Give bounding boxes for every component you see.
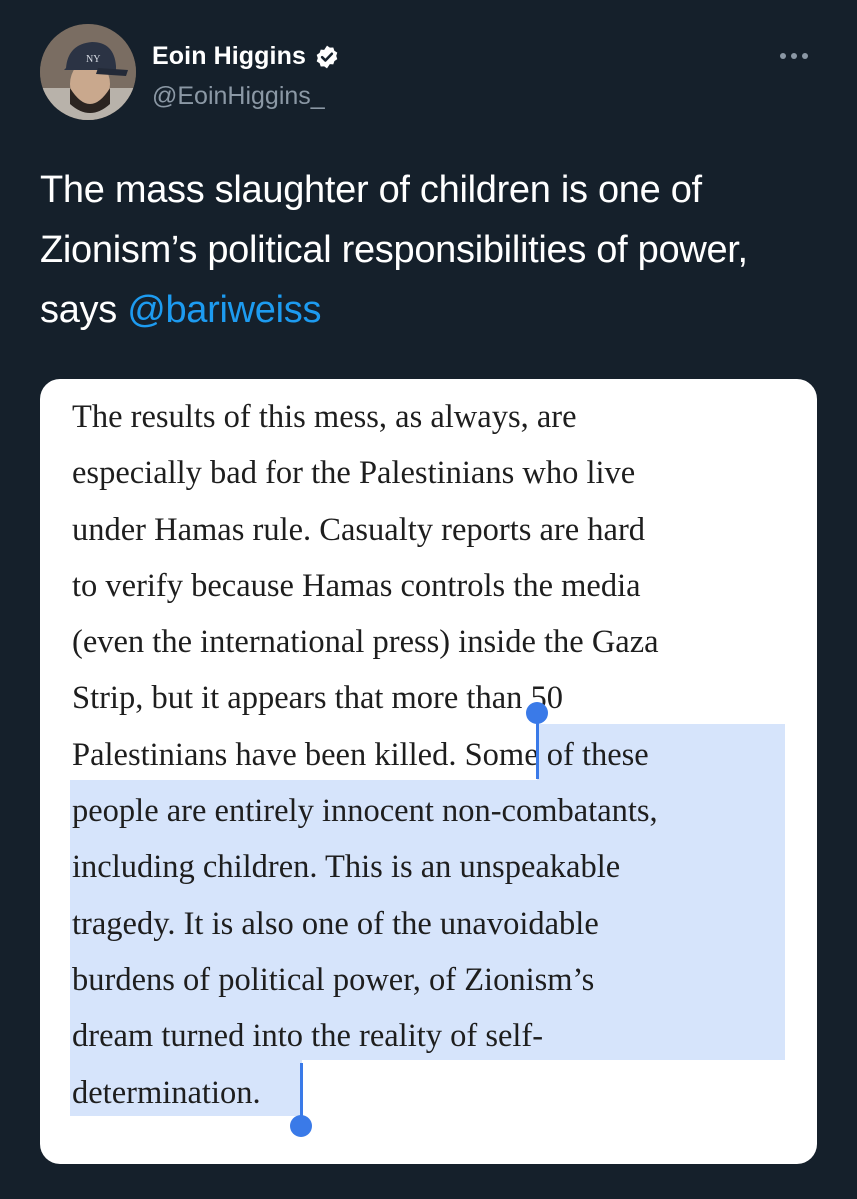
verified-badge-icon [314, 44, 340, 70]
article-line: The results of this mess, as always, are [72, 399, 577, 435]
selection-end-bar [300, 1063, 303, 1119]
article-line: determination. [72, 1074, 261, 1111]
article-text: The results of this mess, as always, are… [72, 389, 792, 1121]
article-line: tragedy. It is also one of the unavoidab… [72, 905, 599, 942]
author-handle[interactable]: @EoinHiggins_ [152, 82, 325, 111]
avatar[interactable]: NY [40, 24, 136, 120]
mention-link[interactable]: @bariweiss [127, 289, 321, 331]
author-name[interactable]: Eoin Higgins [152, 42, 306, 71]
article-line: to verify because Hamas controls the med… [72, 567, 641, 604]
tweet-header: NY Eoin Higgins @EoinHiggins_ [40, 24, 830, 124]
tweet-text: The mass slaughter of children is one of… [40, 160, 830, 340]
more-options-icon[interactable] [780, 50, 816, 62]
selection-start-bar [536, 719, 539, 779]
article-line: including children. This is an unspeakab… [72, 849, 621, 886]
article-line: dream turned into the reality of self- [72, 1018, 544, 1055]
attached-article-screenshot[interactable]: The results of this mess, as always, are… [40, 379, 817, 1164]
article-line: Strip, but it appears that more than 50 [72, 680, 564, 717]
avatar-photo: NY [40, 24, 136, 120]
article-line: burdens of political power, of Zionism’s [72, 961, 595, 998]
article-line: (even the international press) inside th… [72, 624, 659, 661]
selection-end-handle[interactable] [290, 1115, 312, 1137]
article-line: especially bad for the Palestinians who … [72, 455, 636, 492]
article-line: Palestinians have been killed. Some of t… [72, 736, 649, 773]
article-line: people are entirely innocent non-combata… [72, 793, 658, 830]
svg-text:NY: NY [86, 54, 100, 65]
article-line: under Hamas rule. Casualty reports are h… [72, 511, 646, 548]
